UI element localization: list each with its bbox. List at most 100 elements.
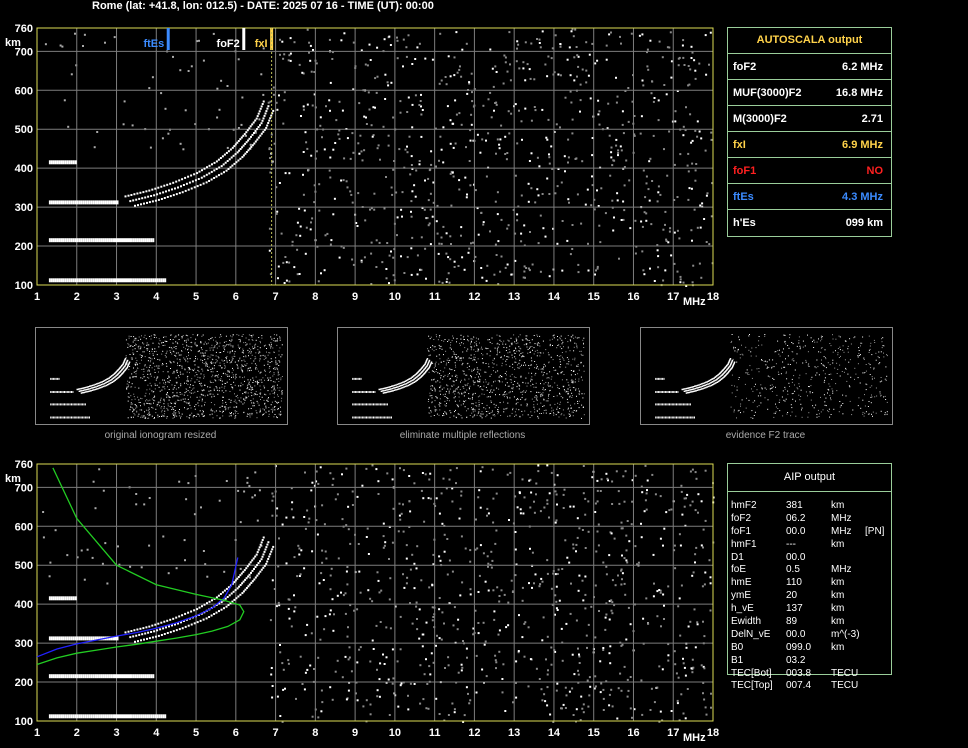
thumb-noise: [172, 343, 174, 344]
thumb-es: [75, 403, 77, 406]
noise-dot: [427, 224, 430, 227]
thumb-noise: [233, 381, 235, 383]
thumb-noise: [460, 360, 462, 362]
thumb-noise: [176, 369, 178, 371]
f2-trace-dot: [151, 188, 154, 191]
thumb-noise: [190, 337, 192, 339]
thumb-noise: [264, 403, 266, 405]
thumb-noise: [186, 416, 188, 418]
thumb-noise: [146, 345, 148, 346]
thumb-noise: [576, 337, 578, 339]
thumb-noise: [843, 371, 845, 373]
thumb-noise: [216, 360, 218, 362]
thumb-noise: [578, 380, 580, 382]
thumb-noise: [518, 384, 520, 386]
thumb-noise: [864, 412, 866, 414]
thumb-noise: [263, 358, 265, 360]
thumb-noise: [820, 351, 822, 353]
thumb-es: [357, 391, 359, 393]
noise-dot: [639, 132, 642, 135]
es-trace-dot: [136, 238, 139, 243]
thumb-noise: [471, 403, 472, 405]
thumb-noise: [800, 396, 802, 397]
thumb-noise: [462, 403, 464, 405]
thumb-noise: [259, 411, 261, 413]
thumb-noise: [542, 389, 544, 390]
thumb-es: [374, 391, 376, 393]
thumb-noise: [198, 405, 200, 407]
thumb-noise: [141, 369, 143, 370]
thumb-noise: [154, 383, 156, 385]
thumb-noise: [842, 394, 844, 396]
thumb-noise: [738, 339, 740, 341]
thumb-noise: [511, 373, 513, 375]
thumb-noise: [771, 384, 773, 386]
thumb-noise: [245, 391, 247, 393]
thumb-noise: [583, 414, 585, 416]
noise-dot: [385, 268, 388, 270]
f2-trace-dot: [267, 122, 270, 124]
thumb-noise: [548, 362, 550, 364]
noise-dot: [641, 225, 644, 228]
thumb-noise: [758, 344, 760, 346]
f2-trace-dot: [227, 150, 230, 153]
noise-dot: [463, 268, 466, 271]
thumb-noise: [570, 370, 572, 371]
thumb-noise: [130, 357, 132, 359]
thumb-noise: [760, 395, 762, 397]
thumb-noise: [473, 415, 475, 417]
thumb-noise: [498, 411, 500, 413]
thumb-noise: [243, 356, 245, 358]
thumb-noise: [459, 389, 461, 390]
noise-dot: [411, 63, 414, 65]
noise-dot: [113, 36, 116, 39]
thumb-noise: [238, 346, 240, 348]
thumb-noise: [574, 381, 576, 383]
thumb-noise: [157, 376, 159, 378]
thumb-noise: [237, 366, 239, 368]
thumb-es: [676, 403, 677, 406]
thumb-noise: [131, 358, 133, 360]
thumb-noise: [543, 410, 545, 411]
noise-dot: [657, 255, 660, 258]
thumb-noise: [485, 371, 487, 373]
thumb-noise: [556, 395, 558, 397]
thumb-noise: [518, 346, 520, 348]
thumb-noise: [460, 357, 462, 359]
noise-dot: [447, 256, 450, 259]
f2-trace-dot: [205, 181, 208, 184]
noise-dot: [497, 240, 500, 243]
thumb-es: [374, 403, 376, 406]
thumb-noise: [200, 359, 202, 361]
thumb-noise: [507, 402, 509, 404]
f2-trace-dot: [222, 163, 225, 166]
thumb-noise: [460, 334, 462, 336]
noise-dot: [269, 157, 272, 159]
noise-dot: [698, 130, 701, 133]
thumb-noise: [864, 394, 865, 396]
f2-trace-dot: [250, 135, 252, 138]
thumb-noise: [832, 362, 834, 364]
es-trace-dot: [70, 200, 73, 205]
noise-dot: [485, 175, 488, 178]
thumb-es: [681, 416, 683, 419]
thumb-noise: [184, 358, 186, 360]
thumb-noise: [855, 373, 857, 375]
thumb-noise: [245, 342, 247, 343]
f2-trace-dot: [256, 138, 259, 141]
es-trace-dot: [50, 238, 53, 243]
autoscala-row: foF1 NO: [728, 158, 891, 184]
noise-dot: [690, 141, 693, 144]
thumb-noise: [468, 393, 470, 395]
thumb-noise: [501, 376, 503, 378]
thumb-noise: [829, 343, 831, 344]
thumb-noise: [241, 366, 243, 367]
thumb-noise: [251, 387, 253, 389]
thumb-noise: [783, 366, 785, 368]
thumb-es: [86, 416, 88, 419]
thumb-noise: [860, 407, 862, 409]
es-trace-dot: [76, 278, 79, 283]
thumb-noise: [143, 415, 145, 417]
noise-dot: [442, 225, 445, 228]
thumb-es: [59, 391, 61, 393]
